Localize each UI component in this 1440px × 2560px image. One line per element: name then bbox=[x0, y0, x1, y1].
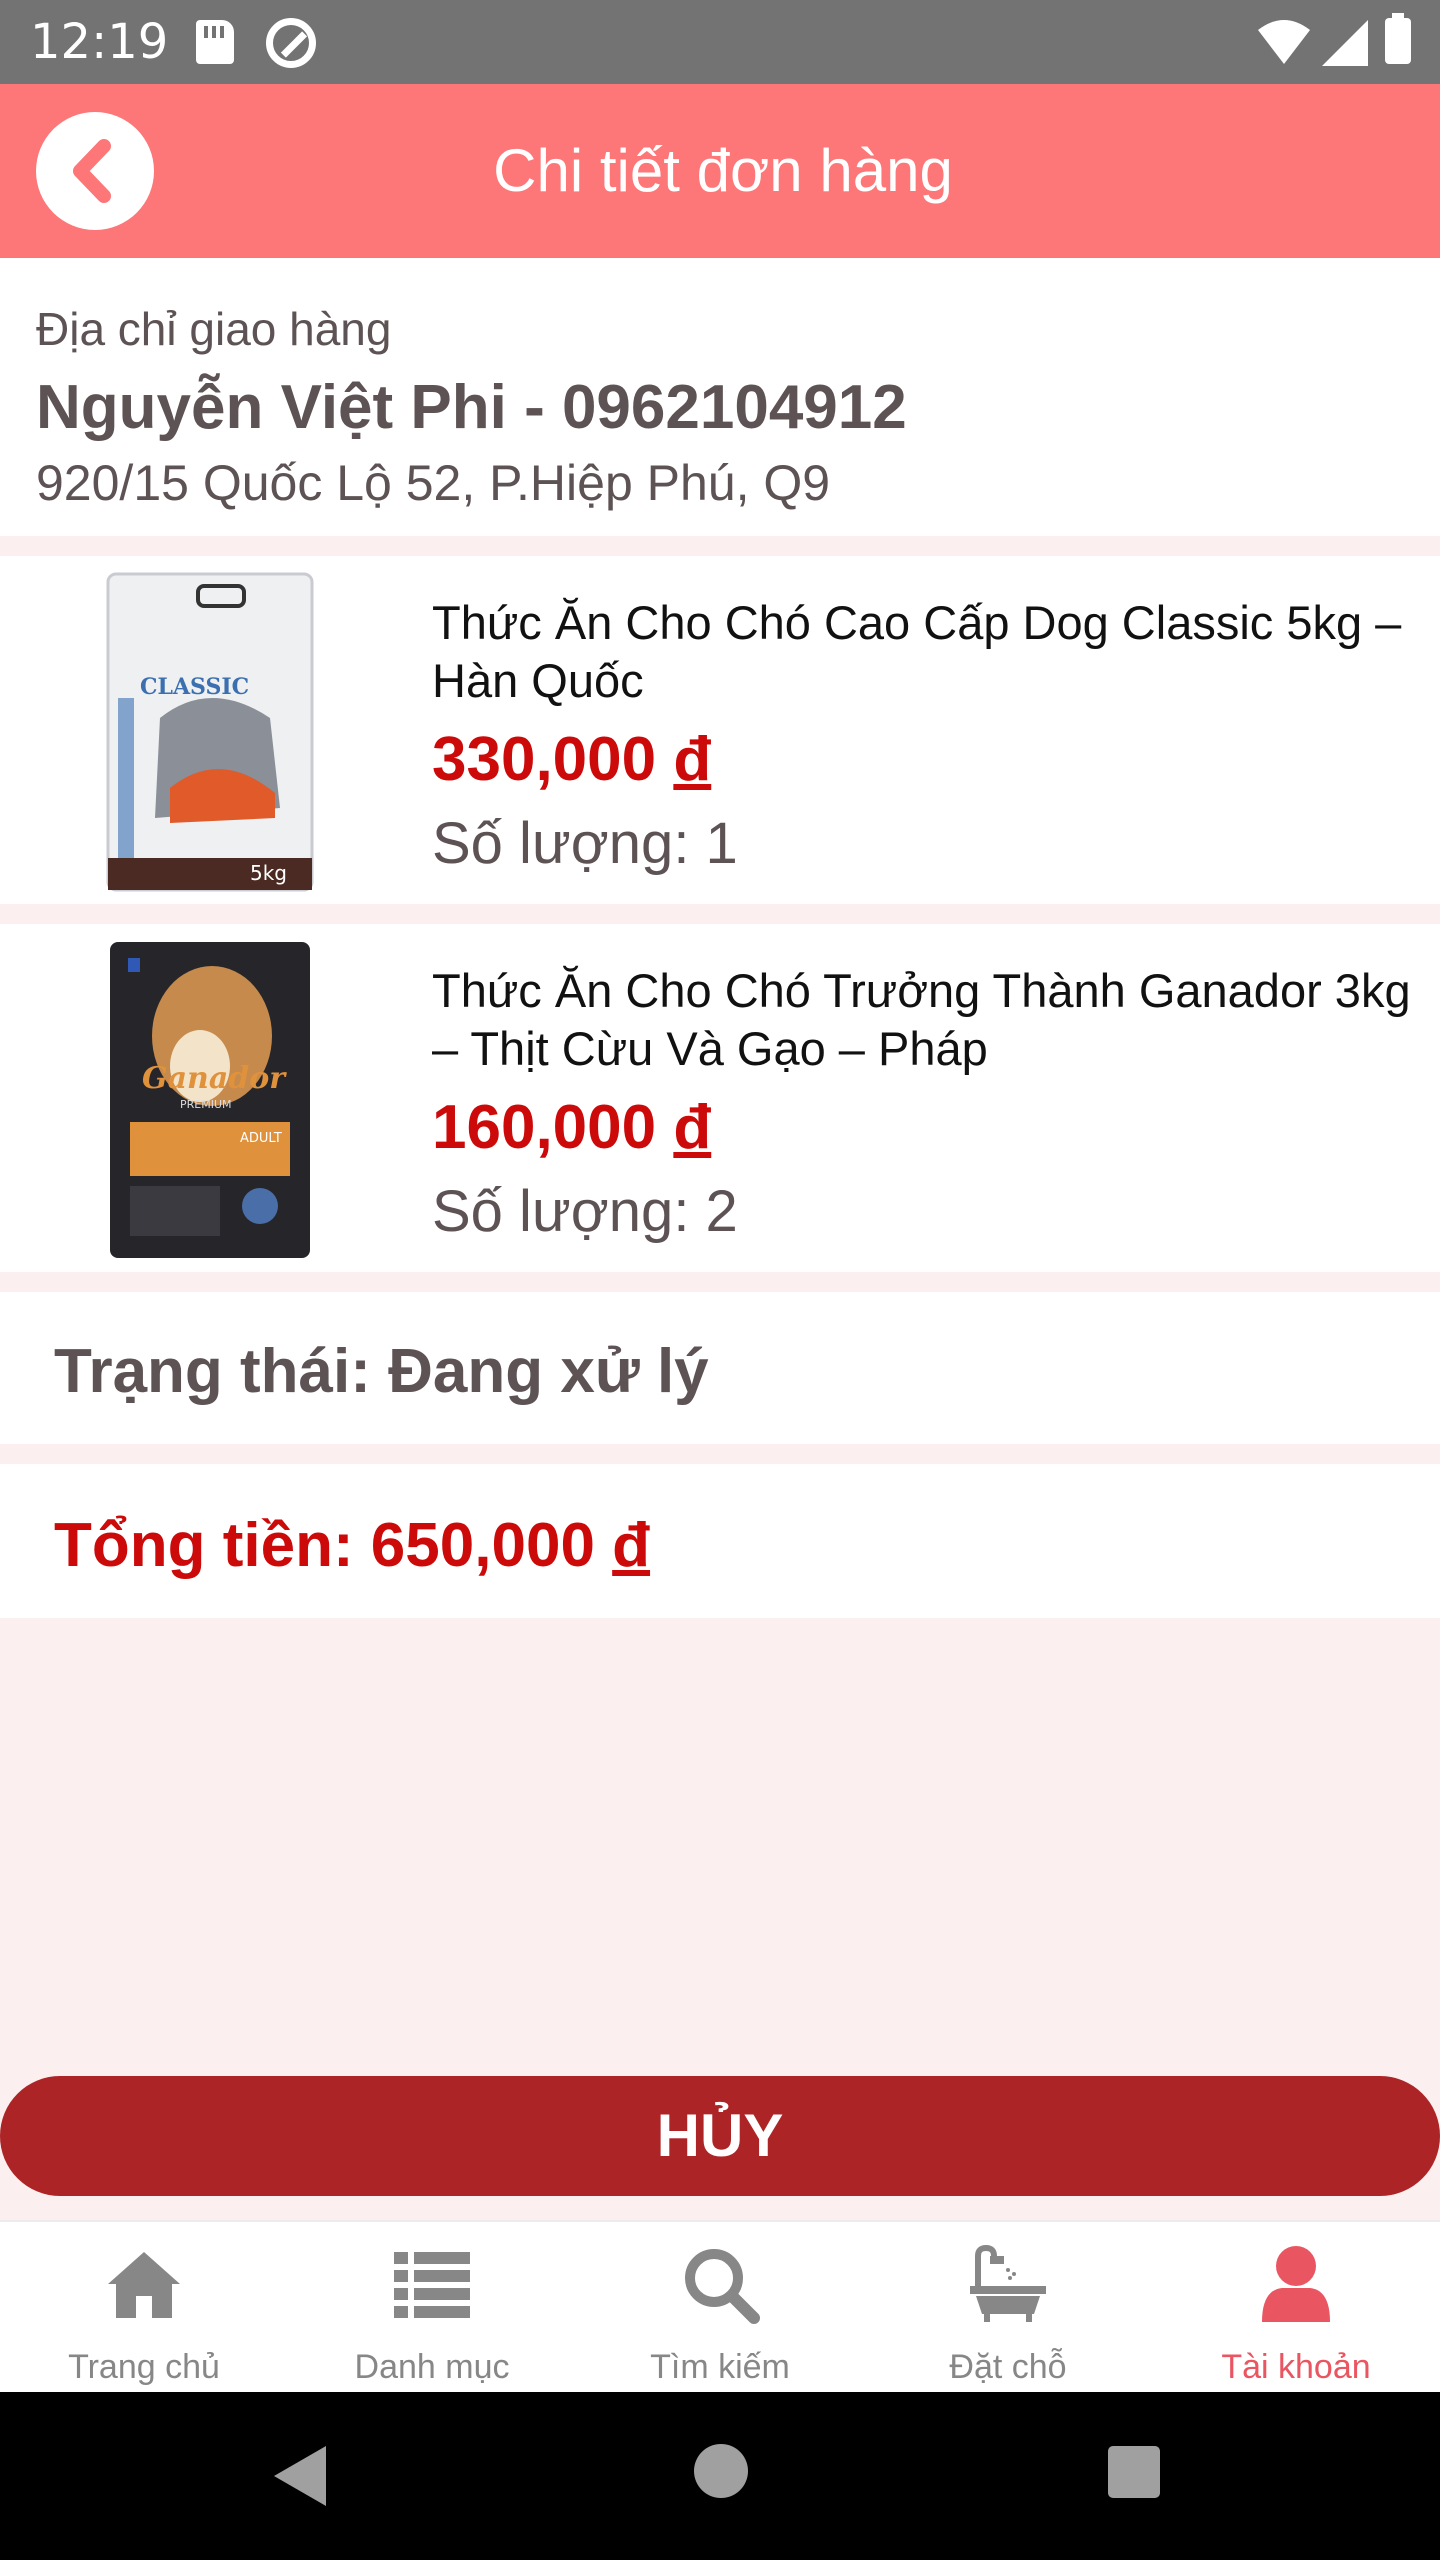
search-icon bbox=[685, 2249, 760, 2324]
nav-item-account[interactable]: Tài khoản bbox=[1152, 2222, 1440, 2394]
list-icon bbox=[394, 2252, 470, 2318]
nav-item-search[interactable]: Tìm kiếm bbox=[576, 2222, 864, 2394]
product-image: Ganador PREMIUM ADULT bbox=[100, 936, 320, 1262]
nav-label: Đặt chỗ bbox=[949, 2348, 1067, 2386]
system-navigation-bar bbox=[0, 2392, 1440, 2560]
product-price: 330,000 đ bbox=[432, 725, 712, 794]
order-total-card: Tổng tiền: 650,000 đ bbox=[0, 1464, 1440, 1618]
product-quantity: Số lượng: 1 bbox=[432, 811, 738, 876]
nav-item-categories[interactable]: Danh mục bbox=[288, 2222, 576, 2394]
status-bar: 12:19 bbox=[0, 0, 1440, 84]
svg-text:CLASSIC: CLASSIC bbox=[140, 674, 249, 700]
nav-label: Trang chủ bbox=[68, 2348, 220, 2386]
nav-item-booking[interactable]: Đặt chỗ bbox=[864, 2222, 1152, 2394]
nav-item-home[interactable]: Trang chủ bbox=[0, 2222, 288, 2394]
svg-text:PREMIUM: PREMIUM bbox=[180, 1098, 232, 1111]
cancel-order-button[interactable]: HỦY bbox=[0, 2076, 1440, 2196]
wifi-icon bbox=[1258, 20, 1310, 64]
product-image: CLASSIC 5kg bbox=[100, 568, 320, 894]
home-icon bbox=[108, 2252, 180, 2318]
system-home-icon[interactable] bbox=[694, 2444, 748, 2498]
system-back-icon[interactable] bbox=[274, 2446, 326, 2506]
back-button[interactable] bbox=[36, 112, 154, 230]
address-label: Địa chỉ giao hàng bbox=[36, 303, 392, 355]
product-price: 160,000 đ bbox=[432, 1093, 712, 1162]
order-item[interactable]: Ganador PREMIUM ADULT Thức Ăn Cho Chó Tr… bbox=[0, 924, 1440, 1272]
system-recents-icon[interactable] bbox=[1108, 2446, 1160, 2498]
sd-card-icon bbox=[196, 20, 234, 64]
order-item[interactable]: CLASSIC 5kg Thức Ăn Cho Chó Cao Cấp Dog … bbox=[0, 556, 1440, 904]
recipient-name-phone: Nguyễn Việt Phi - 0962104912 bbox=[36, 373, 907, 442]
order-status: Trạng thái: Đang xử lý bbox=[54, 1337, 709, 1406]
signal-icon bbox=[1322, 20, 1368, 66]
order-status-card: Trạng thái: Đang xử lý bbox=[0, 1292, 1440, 1444]
app-header: Chi tiết đơn hàng bbox=[0, 84, 1440, 258]
chevron-left-icon bbox=[73, 139, 111, 203]
user-icon bbox=[1262, 2246, 1330, 2322]
nav-label: Tài khoản bbox=[1221, 2348, 1371, 2386]
product-quantity: Số lượng: 2 bbox=[432, 1179, 738, 1244]
address-line: 920/15 Quốc Lộ 52, P.Hiệp Phú, Q9 bbox=[36, 455, 831, 511]
product-name: Thức Ăn Cho Chó Cao Cấp Dog Classic 5kg … bbox=[432, 596, 1402, 707]
bottom-navigation: Trang chủ Danh mục Tìm kiếm Đặt chỗ Tài … bbox=[0, 2220, 1440, 2392]
sync-disabled-icon bbox=[266, 18, 316, 68]
battery-icon bbox=[1385, 13, 1411, 64]
status-time: 12:19 bbox=[30, 14, 169, 70]
bathtub-icon bbox=[970, 2244, 1046, 2322]
svg-text:Ganador: Ganador bbox=[142, 1061, 287, 1096]
product-name: Thức Ăn Cho Chó Trưởng Thành Ganador 3kg… bbox=[432, 964, 1411, 1075]
shipping-address-card: Địa chỉ giao hàng Nguyễn Việt Phi - 0962… bbox=[0, 258, 1440, 536]
svg-text:ADULT: ADULT bbox=[240, 1131, 282, 1146]
order-total: Tổng tiền: 650,000 đ bbox=[54, 1511, 651, 1580]
nav-label: Danh mục bbox=[354, 2348, 510, 2386]
page-title: Chi tiết đơn hàng bbox=[493, 137, 953, 204]
svg-text:5kg: 5kg bbox=[250, 861, 287, 885]
nav-label: Tìm kiếm bbox=[650, 2348, 790, 2386]
